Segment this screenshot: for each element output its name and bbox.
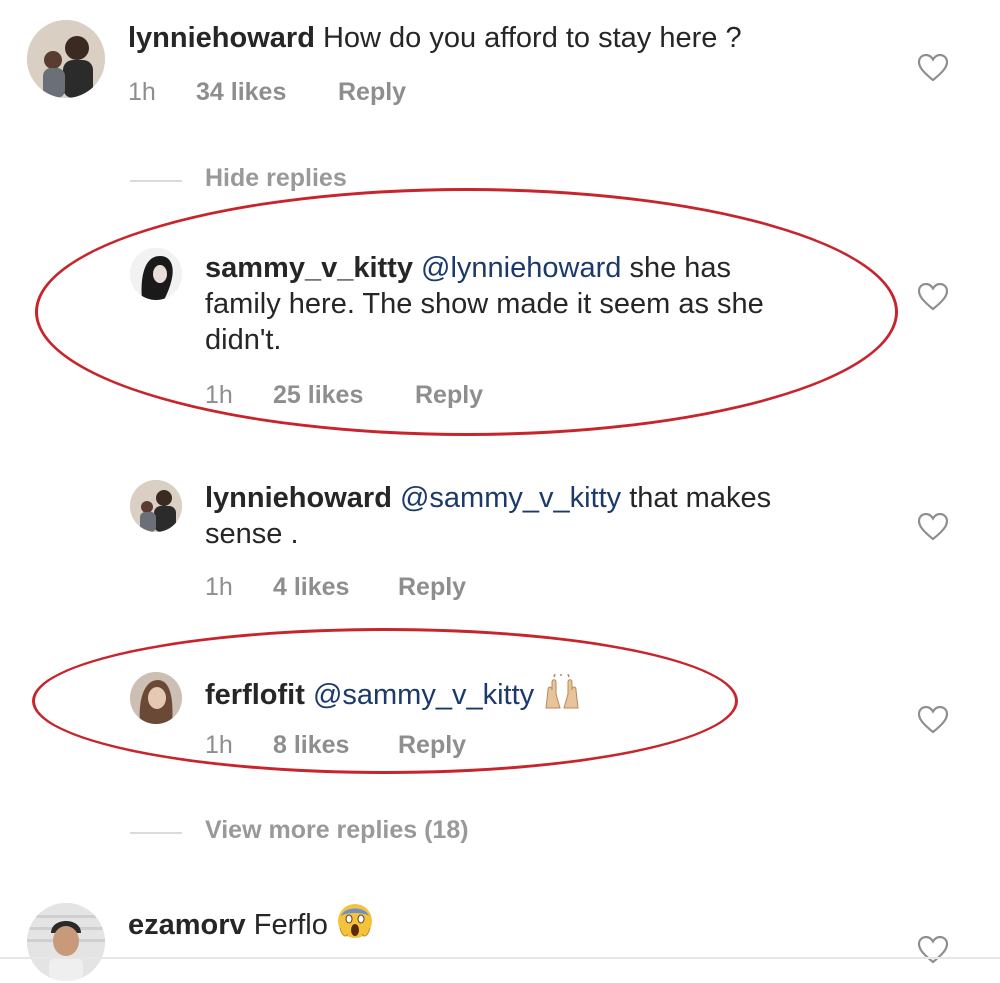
comment-meta: 1h 4 likes Reply — [205, 573, 605, 603]
comment-text: lynniehoward @sammy_v_kitty that makes s… — [205, 480, 905, 552]
comment-text: ezamorv Ferflo — [128, 902, 828, 949]
comment-body: sense . — [205, 518, 299, 550]
comment-body: that makes — [629, 482, 772, 514]
thread-divider — [130, 832, 182, 834]
bottom-divider — [0, 957, 1000, 959]
mention-link[interactable]: @sammy_v_kitty — [400, 482, 621, 514]
comment-meta: 1h 34 likes Reply — [128, 78, 528, 108]
timestamp: 1h — [205, 573, 233, 601]
heart-icon[interactable] — [918, 283, 948, 311]
reply-button[interactable]: Reply — [398, 573, 466, 602]
comment-body: Ferflo — [253, 909, 328, 941]
hide-replies-button[interactable]: Hide replies — [205, 164, 347, 193]
avatar[interactable] — [130, 480, 182, 532]
likes-count[interactable]: 34 likes — [196, 78, 286, 107]
thread-divider — [130, 180, 182, 182]
username[interactable]: lynniehoward — [205, 482, 392, 514]
comment-body: How do you afford to stay here ? — [322, 22, 742, 54]
highlight-oval — [32, 628, 738, 774]
heart-icon[interactable] — [918, 54, 948, 82]
reply-button[interactable]: Reply — [338, 78, 406, 107]
comment-text: lynniehoward How do you afford to stay h… — [128, 20, 888, 56]
likes-count[interactable]: 4 likes — [273, 573, 349, 602]
highlight-oval — [35, 188, 898, 436]
view-more-replies-button[interactable]: View more replies (18) — [205, 816, 469, 845]
avatar[interactable] — [27, 20, 105, 98]
heart-icon[interactable] — [918, 936, 948, 964]
timestamp: 1h — [128, 78, 156, 106]
heart-icon[interactable] — [918, 513, 948, 541]
username[interactable]: lynniehoward — [128, 22, 315, 54]
avatar[interactable] — [27, 903, 105, 981]
heart-icon[interactable] — [918, 706, 948, 734]
screaming-face-emoji — [336, 902, 374, 949]
username[interactable]: ezamorv — [128, 909, 246, 941]
